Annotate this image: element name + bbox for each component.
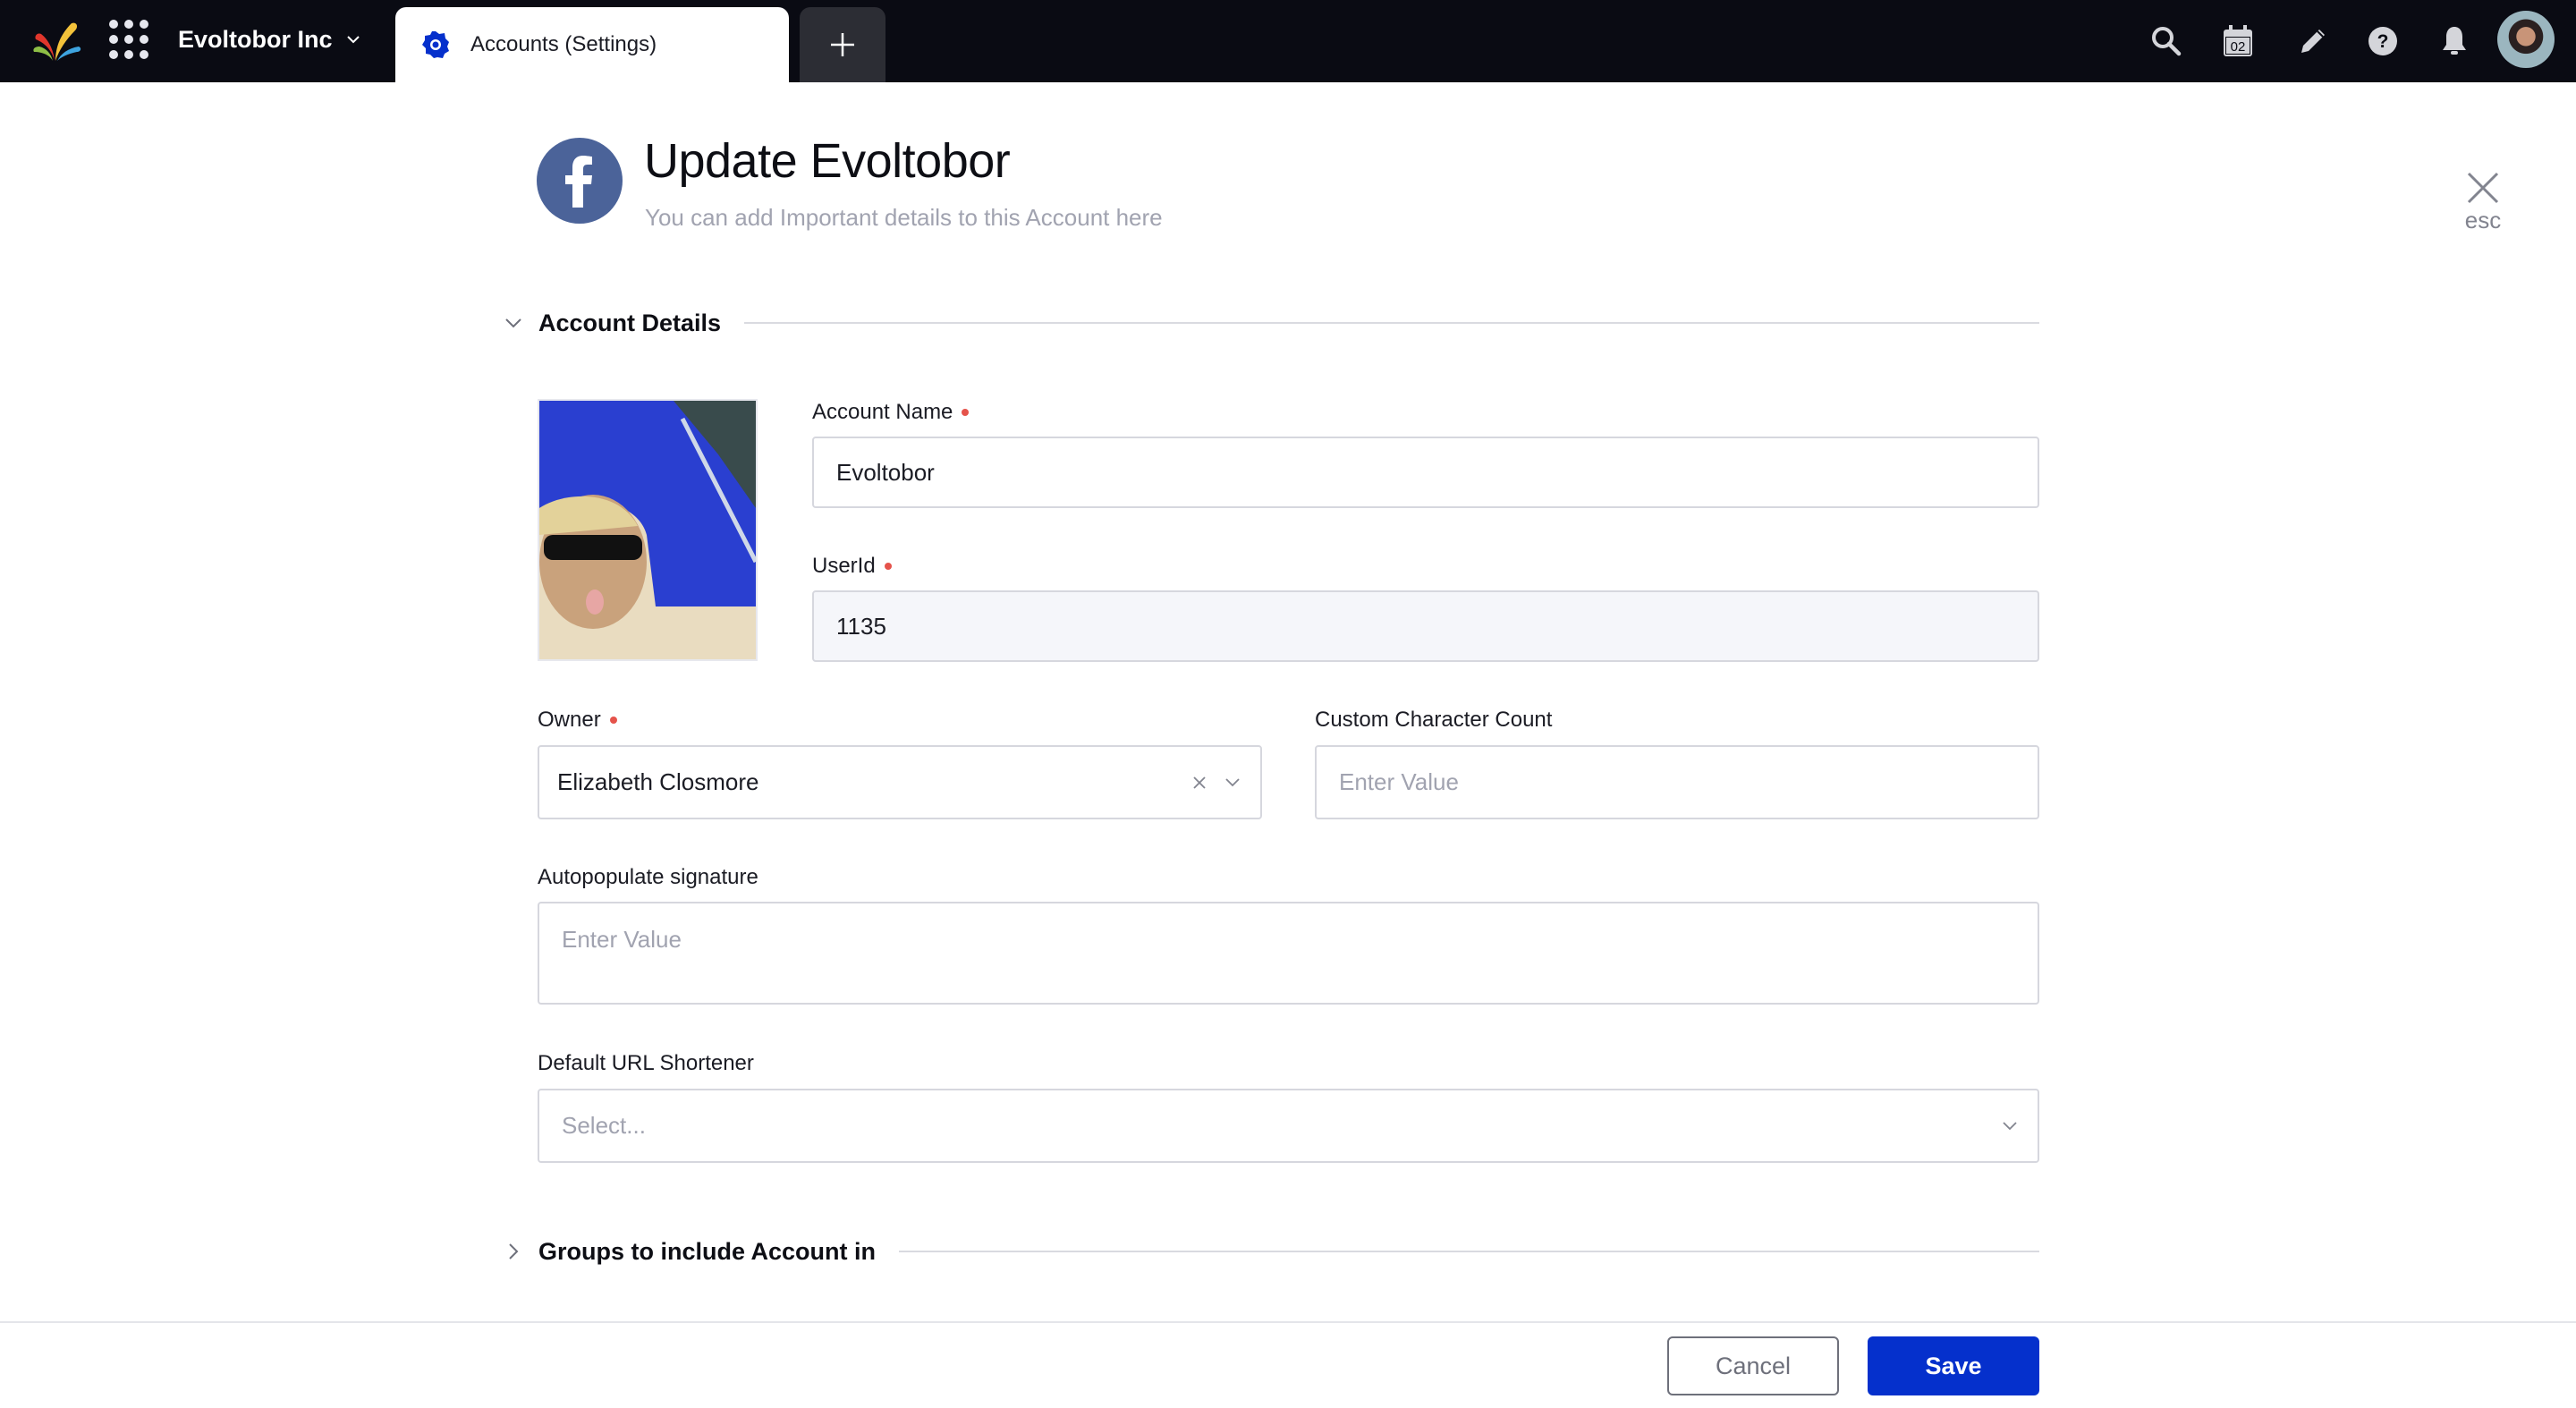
tab-label: Accounts (Settings) bbox=[470, 32, 657, 56]
autopopulate-signature-label: Autopopulate signature bbox=[538, 865, 758, 889]
custom-character-count-input[interactable]: Enter Value bbox=[1315, 745, 2039, 819]
close-button[interactable]: esc bbox=[2451, 170, 2515, 238]
account-name-input[interactable]: Evoltobor bbox=[812, 437, 2039, 508]
bell-icon bbox=[2443, 27, 2466, 55]
workspace-name: Evoltobor Inc bbox=[178, 26, 333, 53]
section-account-details-toggle[interactable]: Account Details bbox=[503, 305, 2039, 341]
plus-icon bbox=[831, 33, 854, 56]
required-indicator bbox=[609, 717, 617, 724]
section-title: Groups to include Account in bbox=[538, 1237, 876, 1265]
required-indicator bbox=[962, 409, 970, 416]
svg-text:02: 02 bbox=[2231, 39, 2246, 55]
close-icon bbox=[2467, 172, 2499, 204]
svg-text:?: ? bbox=[2377, 31, 2389, 52]
owner-select[interactable]: Elizabeth Closmore bbox=[538, 745, 1262, 819]
user-id-label: UserId bbox=[812, 553, 892, 580]
user-avatar[interactable] bbox=[2497, 11, 2555, 68]
search-icon bbox=[2152, 27, 2182, 56]
top-navigation-bar: Evoltobor Inc Accounts (Settings) 02 ? bbox=[0, 0, 2576, 82]
help-icon: ? bbox=[2368, 27, 2397, 55]
required-indicator bbox=[884, 563, 892, 570]
cancel-button[interactable]: Cancel bbox=[1667, 1336, 1839, 1395]
custom-character-count-label: Custom Character Count bbox=[1315, 708, 1553, 732]
account-name-label: Account Name bbox=[812, 399, 970, 426]
owner-label: Owner bbox=[538, 707, 617, 734]
chevron-down-icon bbox=[346, 36, 360, 44]
tab-accounts-settings[interactable]: Accounts (Settings) bbox=[395, 7, 789, 82]
section-groups-toggle[interactable]: Groups to include Account in bbox=[503, 1234, 2039, 1269]
chevron-down-icon bbox=[1225, 777, 1240, 786]
chevron-down-icon bbox=[505, 318, 521, 328]
new-tab-button[interactable] bbox=[800, 7, 886, 82]
gear-icon bbox=[422, 31, 449, 58]
default-url-shortener-select[interactable]: Select... bbox=[538, 1089, 2039, 1163]
section-divider bbox=[899, 1251, 2039, 1252]
page-subtitle: You can add Important details to this Ac… bbox=[645, 204, 1163, 231]
search-button[interactable] bbox=[2147, 21, 2186, 61]
footer-divider bbox=[0, 1321, 2576, 1323]
app-launcher-grid-icon[interactable] bbox=[109, 20, 148, 59]
chevron-right-icon bbox=[509, 1243, 519, 1260]
chevron-down-icon bbox=[2003, 1121, 2017, 1130]
workspace-switcher[interactable]: Evoltobor Inc bbox=[178, 23, 361, 55]
clear-icon[interactable] bbox=[1192, 776, 1207, 790]
autopopulate-signature-textarea[interactable]: Enter Value bbox=[538, 902, 2039, 1005]
facebook-icon bbox=[537, 138, 623, 224]
pencil-icon bbox=[2301, 30, 2325, 53]
app-logo[interactable] bbox=[32, 20, 82, 63]
user-id-input[interactable]: 1135 bbox=[812, 590, 2039, 662]
section-divider bbox=[744, 322, 2039, 324]
default-url-shortener-label: Default URL Shortener bbox=[538, 1051, 754, 1075]
account-profile-photo[interactable] bbox=[538, 399, 758, 661]
page-title: Update Evoltobor bbox=[644, 134, 1011, 188]
calendar-button[interactable]: 02 bbox=[2218, 21, 2258, 61]
calendar-icon: 02 bbox=[2224, 25, 2252, 56]
section-title: Account Details bbox=[538, 309, 722, 336]
help-button[interactable]: ? bbox=[2363, 21, 2402, 61]
save-button[interactable]: Save bbox=[1868, 1336, 2039, 1395]
notifications-button[interactable] bbox=[2435, 21, 2474, 61]
esc-label: esc bbox=[2464, 207, 2502, 233]
compose-button[interactable] bbox=[2293, 21, 2333, 61]
